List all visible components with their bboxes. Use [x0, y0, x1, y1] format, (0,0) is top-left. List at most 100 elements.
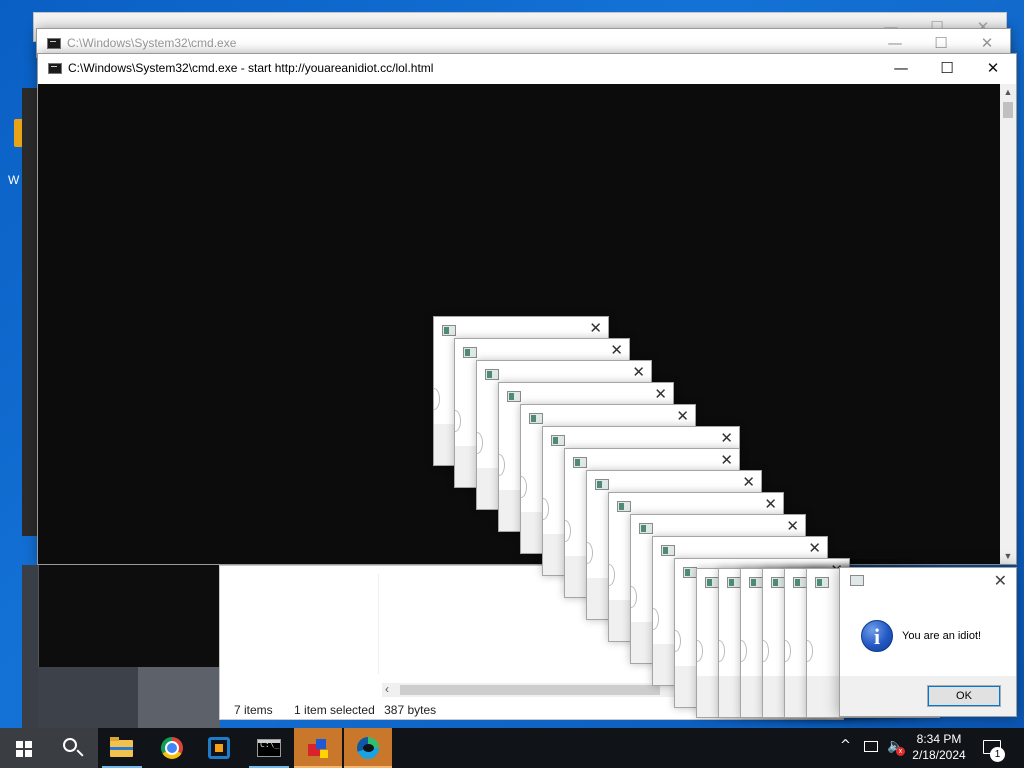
- selection-size: 387 bytes: [384, 703, 437, 717]
- app-icon: [463, 347, 477, 358]
- popup-content-graphic: [763, 640, 769, 663]
- close-icon[interactable]: ✕: [720, 429, 733, 447]
- close-icon[interactable]: ✕: [589, 319, 602, 337]
- cmd-icon: [48, 63, 62, 74]
- window-title: C:\Windows\System32\cmd.exe - start http…: [68, 61, 434, 75]
- popup-content-graphic: [543, 498, 549, 521]
- clock[interactable]: 8:34 PM 2/18/2024: [907, 731, 971, 763]
- close-icon[interactable]: ✕: [994, 571, 1007, 590]
- app-icon: [771, 577, 785, 588]
- popup-content-graphic: [807, 640, 813, 663]
- close-icon[interactable]: ✕: [632, 363, 645, 381]
- cmd-icon: [47, 38, 61, 49]
- close-icon[interactable]: ✕: [808, 539, 821, 557]
- taskbar: C:\_ ^ 🔈 x 8:34 PM 2/18/2024 1: [0, 728, 1024, 768]
- close-icon[interactable]: ✕: [720, 451, 733, 469]
- shapes-icon: [306, 736, 330, 760]
- app-icon: [661, 545, 675, 556]
- popup-content-graphic: [587, 542, 593, 565]
- taskbar-edge[interactable]: [344, 728, 392, 768]
- search-button[interactable]: [48, 728, 98, 768]
- taskbar-chrome[interactable]: [148, 728, 196, 768]
- console-lower-area: [38, 565, 220, 667]
- clock-date: 2/18/2024: [912, 748, 966, 762]
- popup-content-graphic: [697, 640, 703, 663]
- popup-content-graphic: [434, 388, 440, 411]
- volume-muted-badge-icon: x: [896, 747, 905, 756]
- scroll-thumb[interactable]: [400, 685, 660, 695]
- chrome-icon: [161, 737, 183, 759]
- cmd-icon: C:\_: [257, 739, 281, 757]
- popup-content-graphic: [477, 432, 483, 455]
- popup-content-graphic: [521, 476, 527, 499]
- item-count: 7 items: [234, 703, 273, 717]
- window-title: C:\Windows\System32\cmd.exe: [67, 36, 237, 50]
- close-icon[interactable]: ✕: [970, 54, 1016, 84]
- background-window-edge: [138, 667, 220, 728]
- taskbar-command-prompt[interactable]: C:\_: [245, 728, 293, 768]
- taskbar-virtualbox[interactable]: [196, 728, 244, 768]
- app-icon: [485, 369, 499, 380]
- popup-content-graphic: [675, 630, 681, 653]
- popup-content-graphic: [609, 564, 615, 587]
- taskbar-youareanidiot-app[interactable]: [294, 728, 342, 768]
- scroll-left-icon[interactable]: ‹: [385, 682, 389, 696]
- background-window-edge: [22, 565, 38, 728]
- selection-count: 1 item selected: [294, 703, 375, 717]
- close-icon[interactable]: ✕: [610, 341, 623, 359]
- network-icon[interactable]: [864, 741, 878, 752]
- title-bar[interactable]: C:\Windows\System32\cmd.exe - start http…: [38, 54, 1016, 84]
- app-icon: [617, 501, 631, 512]
- popup-content-graphic: [455, 410, 461, 433]
- search-icon: [63, 738, 77, 752]
- message-box[interactable]: ✕ i You are an idiot! OK: [839, 567, 1017, 717]
- close-icon[interactable]: ✕: [676, 407, 689, 425]
- scroll-down-icon[interactable]: ▼: [1000, 548, 1016, 564]
- status-bar: 7 items 1 item selected 387 bytes: [234, 703, 454, 717]
- background-window-edge: [22, 88, 38, 536]
- app-icon: [507, 391, 521, 402]
- app-icon: [705, 577, 719, 588]
- app-icon: [639, 523, 653, 534]
- message-text: You are an idiot!: [902, 630, 982, 642]
- edge-icon: [357, 737, 379, 759]
- popup-content-graphic: [499, 454, 505, 477]
- app-icon: [551, 435, 565, 446]
- popup-content-graphic: [565, 520, 571, 543]
- virtualbox-icon: [208, 737, 230, 759]
- app-icon: [683, 567, 697, 578]
- close-icon[interactable]: ✕: [764, 495, 777, 513]
- scroll-up-icon[interactable]: ▲: [1000, 84, 1016, 100]
- app-icon: [442, 325, 456, 336]
- popup-content-graphic: [653, 608, 659, 631]
- popup-content-graphic: [785, 640, 791, 663]
- app-icon: [727, 577, 741, 588]
- app-icon: [815, 577, 829, 588]
- app-icon: [595, 479, 609, 490]
- close-icon[interactable]: ✕: [654, 385, 667, 403]
- information-icon: i: [861, 620, 893, 652]
- app-icon: [850, 575, 864, 586]
- popup-content-graphic: [719, 640, 725, 663]
- start-button[interactable]: [0, 728, 48, 768]
- app-icon: [793, 577, 807, 588]
- notification-count-badge: 1: [990, 747, 1005, 762]
- vertical-scrollbar[interactable]: ▲ ▼: [1000, 84, 1016, 564]
- folder-icon: [110, 737, 133, 757]
- popup-content-graphic: [741, 640, 747, 663]
- show-hidden-icons-chevron-icon[interactable]: ^: [840, 738, 851, 753]
- ok-button[interactable]: OK: [927, 685, 1001, 707]
- app-icon: [529, 413, 543, 424]
- pane-divider[interactable]: [378, 574, 379, 674]
- background-window-edge: [38, 667, 138, 728]
- minimize-icon[interactable]: —: [878, 54, 924, 84]
- close-icon[interactable]: ✕: [742, 473, 755, 491]
- taskbar-file-explorer[interactable]: [98, 728, 146, 768]
- maximize-icon[interactable]: ☐: [924, 54, 970, 84]
- popup-content-graphic: [631, 586, 637, 609]
- app-icon: [749, 577, 763, 588]
- close-icon[interactable]: ✕: [786, 517, 799, 535]
- windows-logo-icon: [16, 741, 32, 757]
- desktop-icon-label: W: [8, 173, 20, 187]
- scroll-thumb[interactable]: [1003, 102, 1013, 118]
